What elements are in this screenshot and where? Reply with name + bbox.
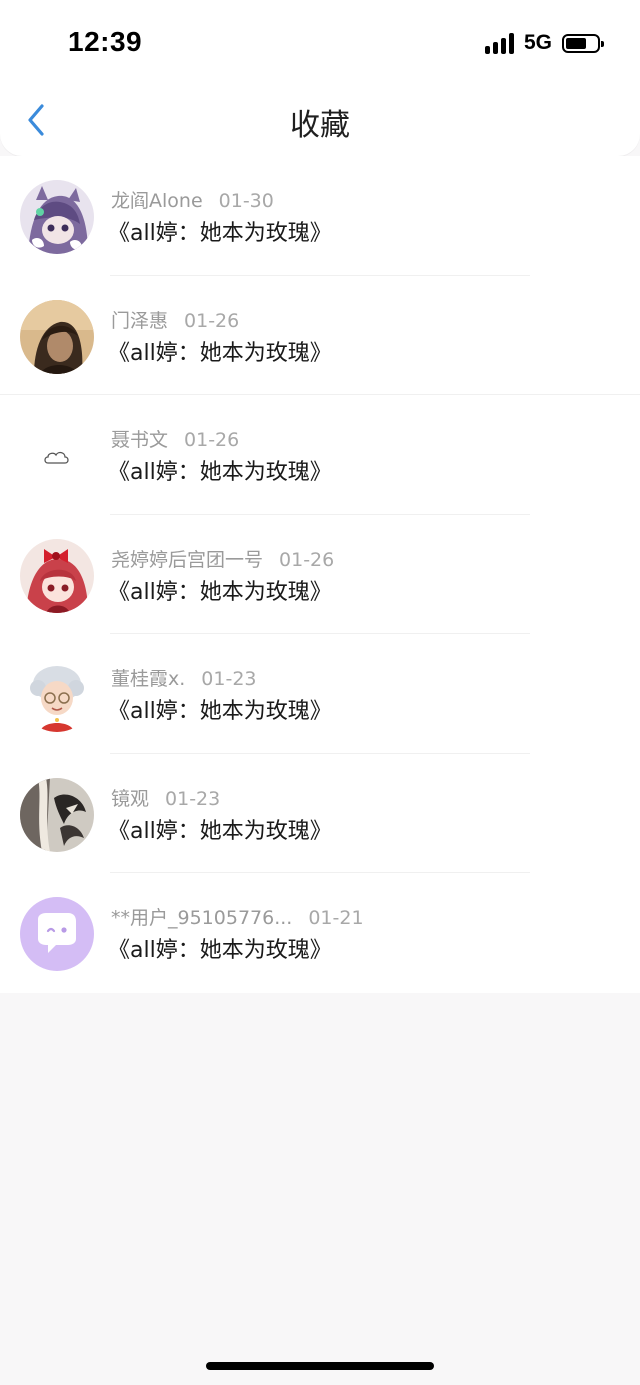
item-date: 01-26 — [279, 548, 335, 571]
favorite-item[interactable]: 聂书文 01-26 《all婷：她本为玫瑰》 — [0, 395, 640, 515]
photo-person-avatar[interactable] — [20, 299, 94, 374]
favorite-item[interactable]: **用户_95105776... 01-21 《all婷：她本为玫瑰》 — [0, 873, 640, 993]
item-meta: 董桂霞x. 01-23 — [111, 664, 257, 691]
status-time: 12:39 — [68, 26, 143, 57]
author-name[interactable]: **用户_95105776... — [111, 907, 292, 929]
nav-header: 收藏 — [0, 86, 640, 156]
home-indicator[interactable] — [206, 1362, 434, 1370]
status-bar: 12:39 5G — [0, 0, 640, 86]
network-type: 5G — [523, 31, 552, 54]
author-name[interactable]: 董桂霞x. — [111, 668, 185, 690]
author-name[interactable]: 龙阎Alone — [111, 190, 203, 212]
status-indicators: 5G — [484, 31, 604, 55]
battery-icon — [562, 33, 604, 53]
item-title[interactable]: 《all婷：她本为玫瑰》 — [108, 454, 332, 486]
author-name[interactable]: 门泽惠 — [111, 310, 168, 332]
item-meta: 镜观 01-23 — [111, 784, 220, 811]
favorites-list: 龙阎Alone 01-30 《all婷：她本为玫瑰》 门泽惠 01-26 《all婷… — [0, 156, 640, 993]
item-date: 01-26 — [184, 429, 240, 451]
favorite-item[interactable]: 龙阎Alone 01-30 《all婷：她本为玫瑰》 — [0, 156, 640, 276]
item-meta: **用户_95105776... 01-21 — [111, 903, 364, 930]
author-name[interactable]: 镜观 — [111, 788, 149, 810]
item-date: 01-26 — [184, 309, 240, 332]
item-meta: 尧婷婷后宫团一号 01-26 — [111, 545, 334, 572]
item-meta: 门泽惠 01-26 — [111, 306, 239, 333]
item-title[interactable]: 《all婷：她本为玫瑰》 — [108, 693, 332, 725]
item-date: 01-30 — [218, 190, 274, 212]
anime-purple-avatar[interactable] — [20, 180, 94, 254]
author-name[interactable]: 聂书文 — [111, 429, 168, 451]
page-title: 收藏 — [290, 108, 350, 143]
item-title[interactable]: 《all婷：她本为玫瑰》 — [108, 215, 332, 247]
favorite-item[interactable]: 门泽惠 01-26 《all婷：她本为玫瑰》 — [0, 276, 640, 395]
item-title[interactable]: 《all婷：她本为玫瑰》 — [108, 335, 332, 367]
signal-icon — [484, 32, 514, 54]
anime-red-bow-avatar[interactable] — [20, 538, 94, 613]
item-meta: 聂书文 01-26 — [111, 425, 239, 452]
author-name[interactable]: 尧婷婷后宫团一号 — [111, 549, 263, 571]
favorite-item[interactable]: 镜观 01-23 《all婷：她本为玫瑰》 — [0, 754, 640, 873]
item-date: 01-23 — [165, 787, 221, 810]
chat-bubble-default-avatar[interactable] — [20, 897, 94, 971]
item-title[interactable]: 《all婷：她本为玫瑰》 — [108, 574, 332, 606]
dark-art-avatar[interactable] — [20, 777, 94, 852]
cartoon-grandma-avatar[interactable] — [20, 658, 94, 732]
favorite-item[interactable]: 董桂霞x. 01-23 《all婷：她本为玫瑰》 — [0, 634, 640, 754]
cloud-icon[interactable] — [20, 419, 94, 493]
item-meta: 龙阎Alone 01-30 — [111, 186, 274, 213]
item-title[interactable]: 《all婷：她本为玫瑰》 — [108, 932, 332, 964]
favorite-item[interactable]: 尧婷婷后宫团一号 01-26 《all婷：她本为玫瑰》 — [0, 515, 640, 634]
item-title[interactable]: 《all婷：她本为玫瑰》 — [108, 813, 332, 845]
item-date: 01-21 — [308, 907, 364, 929]
item-date: 01-23 — [201, 668, 257, 690]
